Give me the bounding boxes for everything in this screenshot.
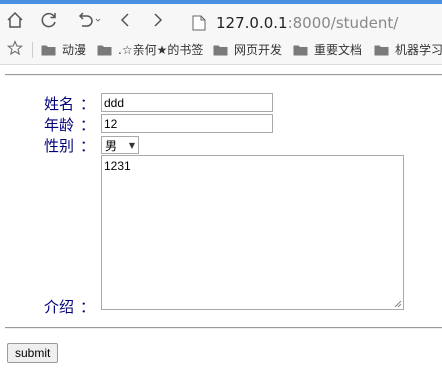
folder-icon	[374, 45, 389, 55]
bookmark-label: 动漫	[62, 43, 87, 57]
reload-icon[interactable]	[39, 10, 59, 30]
bookmark-folder-ml[interactable]: 机器学习	[374, 41, 442, 58]
top-divider	[5, 74, 442, 76]
age-input[interactable]: 12	[101, 114, 273, 133]
submit-button[interactable]: submit	[7, 343, 59, 363]
back-arrow-icon[interactable]	[115, 10, 135, 30]
url-host: 127.0.0.1	[216, 14, 288, 32]
bookmark-label: 网页开发	[234, 43, 283, 57]
browser-toolbar: 127.0.0.1:8000/student/	[0, 4, 442, 34]
folder-icon	[97, 45, 112, 55]
folder-icon	[213, 45, 228, 55]
page-icon	[192, 15, 206, 31]
bottom-divider	[5, 327, 442, 329]
name-input[interactable]: ddd	[101, 93, 273, 112]
bookmark-folder-anime[interactable]: 动漫	[41, 41, 86, 58]
name-label: 姓名 ：	[44, 93, 95, 114]
colon: ：	[80, 137, 96, 155]
age-label: 年龄 ：	[44, 114, 95, 135]
forward-arrow-icon[interactable]	[148, 10, 168, 30]
bookmark-label: .☆亲何★的书签	[118, 43, 204, 57]
url-text: 127.0.0.1:8000/student/	[216, 14, 398, 32]
bookmarks-bar: 动漫 .☆亲何★的书签 网页开发 重要文档 机器学习	[0, 34, 442, 65]
age-label-text: 年龄	[44, 116, 75, 134]
bookmark-folder-personal[interactable]: .☆亲何★的书签	[97, 41, 203, 58]
url-path: :8000/student/	[287, 14, 399, 32]
folder-icon	[293, 45, 308, 55]
gender-label: 性别 ：	[44, 135, 95, 156]
bookmark-folder-webdev[interactable]: 网页开发	[213, 41, 282, 58]
intro-label: 介绍 ：	[44, 296, 95, 317]
intro-label-text: 介绍	[44, 298, 75, 316]
folder-icon	[41, 45, 56, 55]
colon: ：	[80, 95, 96, 113]
colon: ：	[80, 298, 96, 316]
colon: ：	[80, 116, 96, 134]
gender-label-text: 性别	[44, 137, 75, 155]
bookmarks-divider	[32, 42, 33, 58]
bookmark-label: 机器学习	[395, 43, 442, 57]
name-label-text: 姓名	[44, 95, 75, 113]
star-icon[interactable]	[6, 40, 24, 60]
gender-select[interactable]: 男 ▼	[101, 136, 139, 154]
intro-textarea[interactable]: 1231	[101, 155, 404, 310]
resize-handle-icon[interactable]	[394, 300, 402, 308]
undo-icon[interactable]	[76, 10, 102, 30]
bookmark-label: 重要文档	[314, 43, 363, 57]
intro-text: 1231	[104, 159, 131, 173]
dropdown-arrow-icon: ▼	[128, 140, 135, 150]
bookmark-folder-docs[interactable]: 重要文档	[293, 41, 362, 58]
home-icon[interactable]	[5, 10, 25, 30]
gender-selected-value: 男	[105, 138, 118, 153]
